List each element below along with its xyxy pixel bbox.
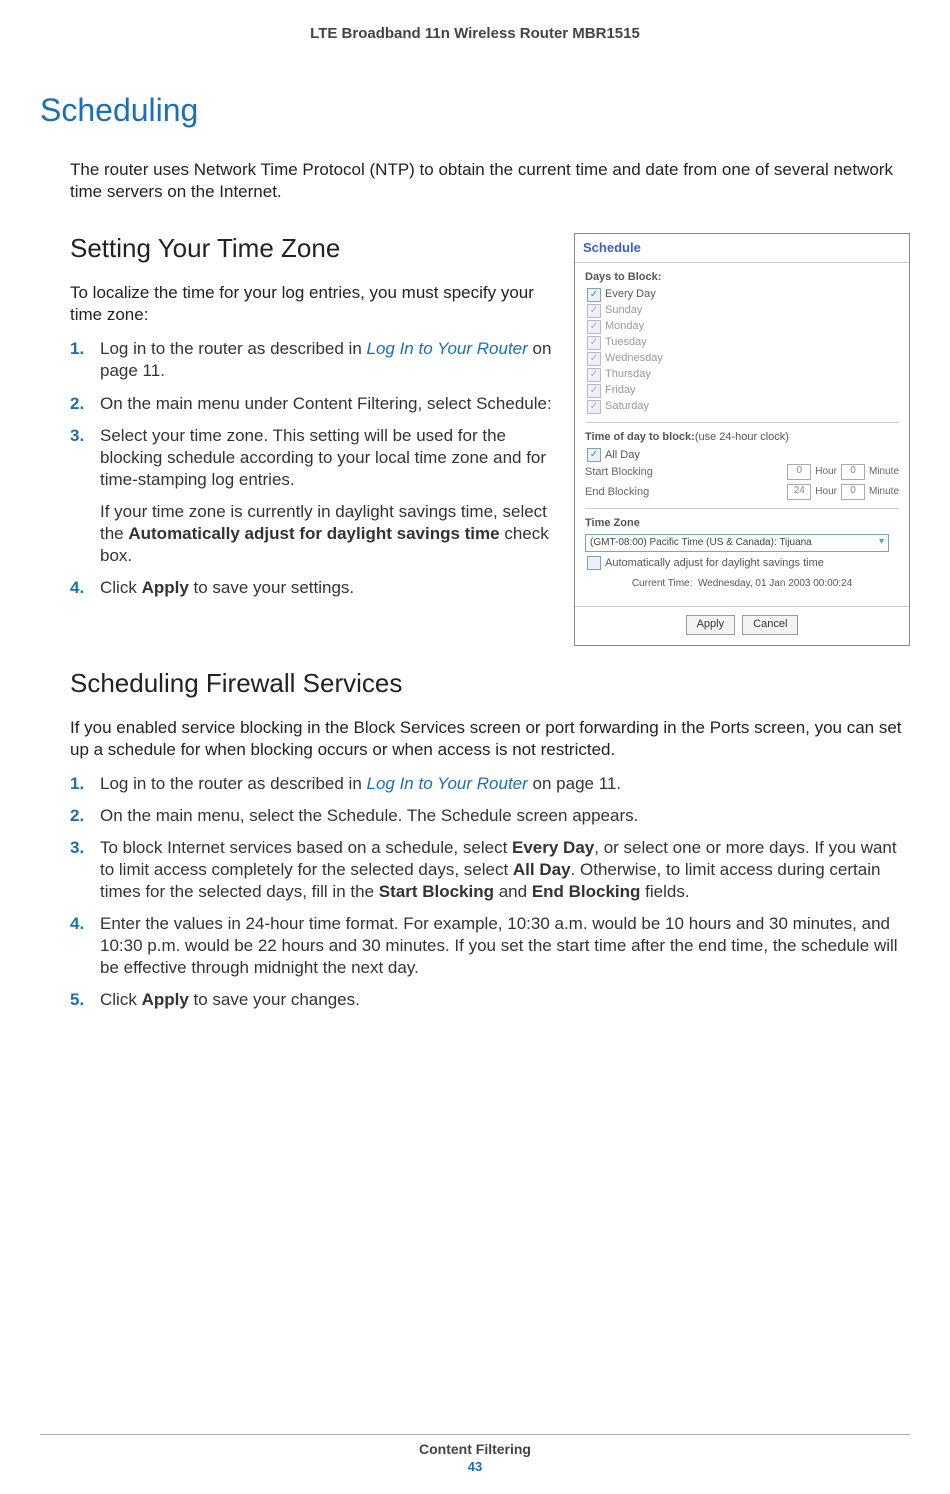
checkbox-friday[interactable]: ✓ bbox=[587, 384, 601, 398]
unit-label: Hour bbox=[815, 466, 837, 478]
end-blocking-label: End Blocking bbox=[585, 486, 685, 499]
text: Log in to the router as described in bbox=[100, 339, 367, 358]
step-text: On the main menu, select the Schedule. T… bbox=[100, 805, 910, 827]
bold-text: Every Day bbox=[512, 838, 594, 857]
checkbox-label: Friday bbox=[605, 384, 636, 397]
text: on page 11. bbox=[528, 774, 621, 793]
step-number: 4. bbox=[70, 913, 100, 979]
step-number: 3. bbox=[70, 425, 100, 568]
days-to-block-label: Days to Block: bbox=[585, 271, 899, 284]
checkbox-label: Sunday bbox=[605, 304, 642, 317]
text: Wednesday, 01 Jan 2003 00:00:24 bbox=[698, 578, 852, 589]
step-text: Enter the values in 24-hour time format.… bbox=[100, 913, 910, 979]
intro-paragraph: The router uses Network Time Protocol (N… bbox=[70, 159, 910, 203]
step-text: Click Apply to save your changes. bbox=[100, 989, 910, 1011]
checkbox-tuesday[interactable]: ✓ bbox=[587, 336, 601, 350]
bold-text: Apply bbox=[142, 990, 189, 1009]
text: to save your changes. bbox=[189, 990, 360, 1009]
bold-text: End Blocking bbox=[532, 882, 641, 901]
step-text: Log in to the router as described in Log… bbox=[100, 338, 556, 382]
checkbox-label: Thursday bbox=[605, 368, 651, 381]
step-number: 2. bbox=[70, 393, 100, 415]
step-number: 3. bbox=[70, 837, 100, 903]
checkbox-label: Every Day bbox=[605, 288, 656, 301]
checkbox-saturday[interactable]: ✓ bbox=[587, 400, 601, 414]
schedule-screenshot: Schedule Days to Block: ✓ Every Day ✓ Sund… bbox=[574, 233, 910, 645]
step-number: 1. bbox=[70, 773, 100, 795]
bold-text: Start Blocking bbox=[379, 882, 494, 901]
checkbox-label: Automatically adjust for daylight saving… bbox=[605, 557, 824, 570]
end-minute-input[interactable]: 0 bbox=[841, 484, 865, 500]
text: to save your settings. bbox=[189, 578, 354, 597]
step-text: Click Apply to save your settings. bbox=[100, 577, 556, 599]
text: Click bbox=[100, 578, 142, 597]
step-number: 4. bbox=[70, 577, 100, 599]
checkbox-label: Monday bbox=[605, 320, 644, 333]
step-number: 5. bbox=[70, 989, 100, 1011]
step-number: 2. bbox=[70, 805, 100, 827]
unit-label: Minute bbox=[869, 466, 899, 478]
page-title: Scheduling bbox=[40, 92, 910, 129]
footer-page-number: 43 bbox=[40, 1459, 910, 1474]
text: fields. bbox=[640, 882, 689, 901]
start-blocking-label: Start Blocking bbox=[585, 466, 685, 479]
text: and bbox=[494, 882, 532, 901]
step-text: Log in to the router as described in Log… bbox=[100, 773, 910, 795]
checkbox-sunday[interactable]: ✓ bbox=[587, 304, 601, 318]
checkbox-auto-dst[interactable]: ✓ bbox=[587, 556, 601, 570]
text: Current Time: bbox=[632, 578, 693, 589]
checkbox-label: Tuesday bbox=[605, 336, 647, 349]
apply-button[interactable]: Apply bbox=[686, 615, 736, 634]
timezone-label: Time Zone bbox=[585, 517, 899, 530]
footer-section-title: Content Filtering bbox=[40, 1441, 910, 1457]
text: Log in to the router as described in bbox=[100, 774, 367, 793]
current-time: Current Time: Wednesday, 01 Jan 2003 00:… bbox=[585, 578, 899, 590]
time-of-day-label: Time of day to block:(use 24-hour clock) bbox=[585, 431, 899, 444]
section-heading-firewall: Scheduling Firewall Services bbox=[70, 668, 910, 699]
bold-text: All Day bbox=[513, 860, 571, 879]
checkbox-wednesday[interactable]: ✓ bbox=[587, 352, 601, 366]
document-header: LTE Broadband 11n Wireless Router MBR151… bbox=[40, 25, 910, 42]
hint-text: (use 24-hour clock) bbox=[695, 431, 789, 443]
section1-intro: To localize the time for your log entrie… bbox=[70, 282, 556, 326]
section2-intro: If you enabled service blocking in the B… bbox=[70, 717, 910, 761]
timezone-select[interactable]: (GMT-08:00) Pacific Time (US & Canada): … bbox=[585, 534, 889, 552]
checkbox-monday[interactable]: ✓ bbox=[587, 320, 601, 334]
link-login-router[interactable]: Log In to Your Router bbox=[367, 339, 528, 358]
checkbox-label: Saturday bbox=[605, 400, 649, 413]
step-text: On the main menu under Content Filtering… bbox=[100, 393, 556, 415]
section-heading-timezone: Setting Your Time Zone bbox=[70, 233, 556, 264]
page-footer: Content Filtering 43 bbox=[40, 1434, 910, 1474]
text: Time of day to block: bbox=[585, 431, 695, 443]
step-text: Select your time zone. This setting will… bbox=[100, 425, 556, 568]
step-number: 1. bbox=[70, 338, 100, 382]
text: Click bbox=[100, 990, 142, 1009]
cancel-button[interactable]: Cancel bbox=[742, 615, 798, 634]
text: If your time zone is currently in daylig… bbox=[100, 502, 549, 565]
start-minute-input[interactable]: 0 bbox=[841, 464, 865, 480]
checkbox-everyday[interactable]: ✓ bbox=[587, 288, 601, 302]
checkbox-label: All Day bbox=[605, 449, 640, 462]
start-hour-input[interactable]: 0 bbox=[787, 464, 811, 480]
panel-title: Schedule bbox=[575, 234, 909, 263]
step-text: To block Internet services based on a sc… bbox=[100, 837, 910, 903]
text: To block Internet services based on a sc… bbox=[100, 838, 512, 857]
checkbox-label: Wednesday bbox=[605, 352, 663, 365]
unit-label: Minute bbox=[869, 486, 899, 498]
checkbox-thursday[interactable]: ✓ bbox=[587, 368, 601, 382]
bold-text: Apply bbox=[142, 578, 189, 597]
link-login-router[interactable]: Log In to Your Router bbox=[367, 774, 528, 793]
end-hour-input[interactable]: 24 bbox=[787, 484, 811, 500]
text: Select your time zone. This setting will… bbox=[100, 425, 556, 491]
unit-label: Hour bbox=[815, 486, 837, 498]
checkbox-allday[interactable]: ✓ bbox=[587, 448, 601, 462]
bold-text: Automatically adjust for daylight saving… bbox=[128, 524, 499, 543]
